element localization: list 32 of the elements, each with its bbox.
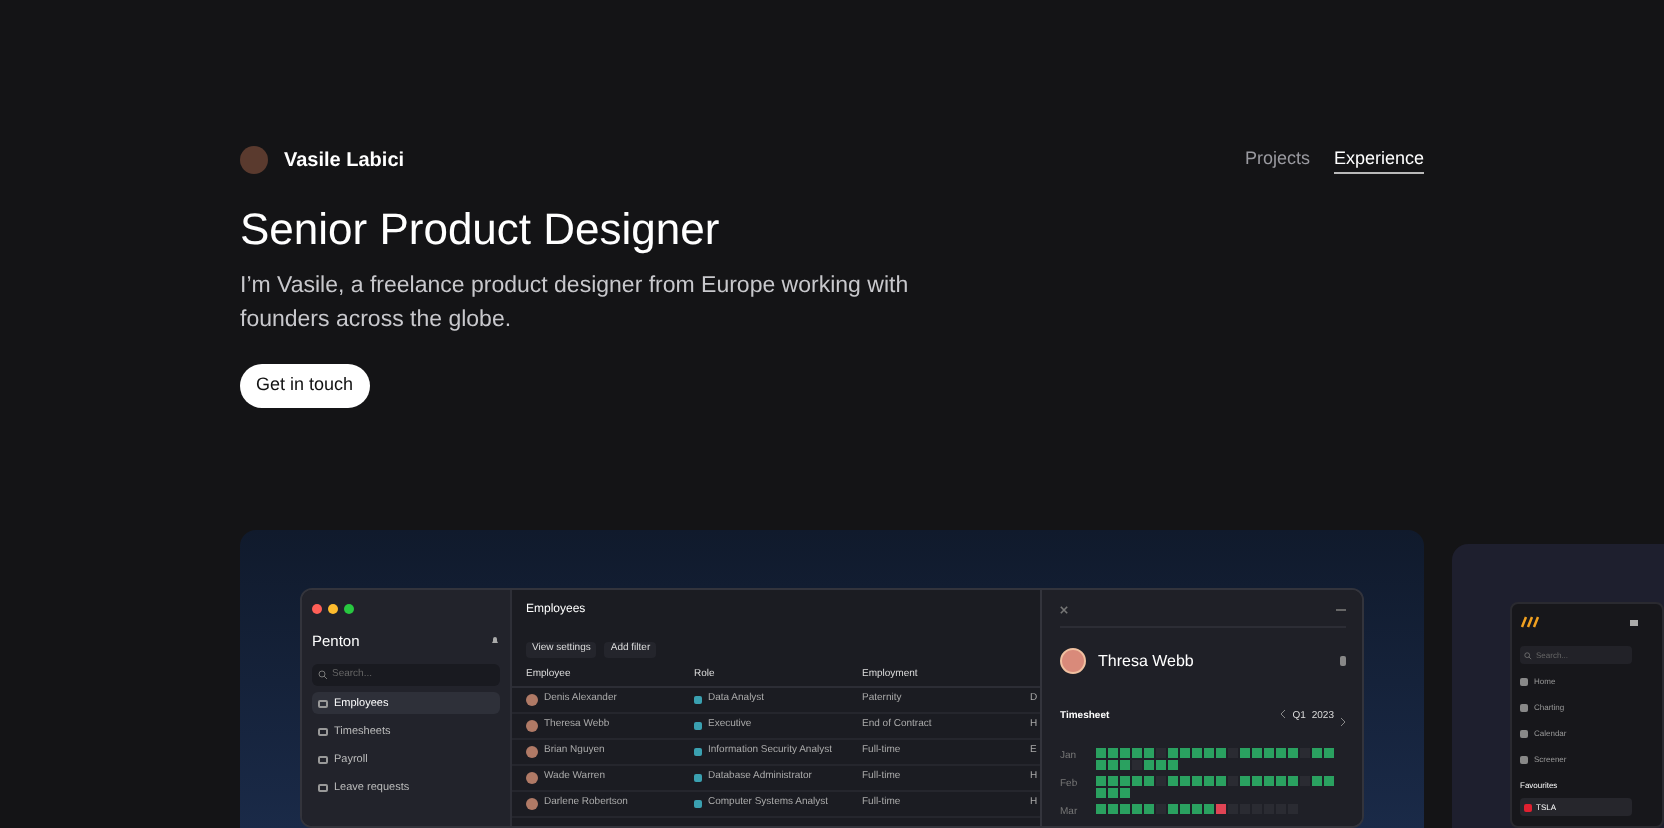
- nav-link[interactable]: Experience: [1333, 145, 1424, 175]
- avatar-icon: [526, 746, 538, 758]
- role-icon: [694, 800, 702, 808]
- avatar-icon: [526, 694, 538, 706]
- site-owner-name[interactable]: Vasile Labici: [284, 145, 405, 175]
- avatar-icon: [240, 146, 268, 174]
- avatar-icon: [526, 772, 538, 784]
- role-icon: [694, 774, 702, 782]
- window-controls-icon: [312, 604, 354, 614]
- page-icon: [318, 699, 328, 708]
- avatar-icon: [1060, 648, 1086, 674]
- page-icon: [318, 783, 328, 792]
- page-icon: [318, 755, 328, 764]
- nav-link[interactable]: Projects: [1244, 146, 1310, 174]
- minus-icon[interactable]: [1336, 608, 1346, 612]
- bell-icon[interactable]: [490, 636, 500, 647]
- ticker-icon: [1524, 803, 1532, 811]
- page-icon: [318, 727, 328, 736]
- avatar-icon: [526, 798, 538, 810]
- close-icon[interactable]: [1060, 606, 1068, 614]
- avatar-icon: [526, 720, 538, 732]
- logo-icon: [1520, 616, 1540, 628]
- search-icon: [1524, 651, 1532, 659]
- intro-text: I’m Vasile, a freelance product designer from Europe working with founders across the globe.: [240, 272, 911, 336]
- role-icon: [694, 748, 702, 756]
- page-heading: Senior Product Designer: [240, 202, 722, 258]
- role-icon: [694, 722, 702, 730]
- role-icon: [694, 696, 702, 704]
- panel-icon[interactable]: [1630, 619, 1638, 625]
- person-name: Thresa Webb: [1098, 649, 1194, 673]
- contact-button[interactable]: Get in touch: [240, 364, 370, 408]
- search-icon: [318, 670, 328, 681]
